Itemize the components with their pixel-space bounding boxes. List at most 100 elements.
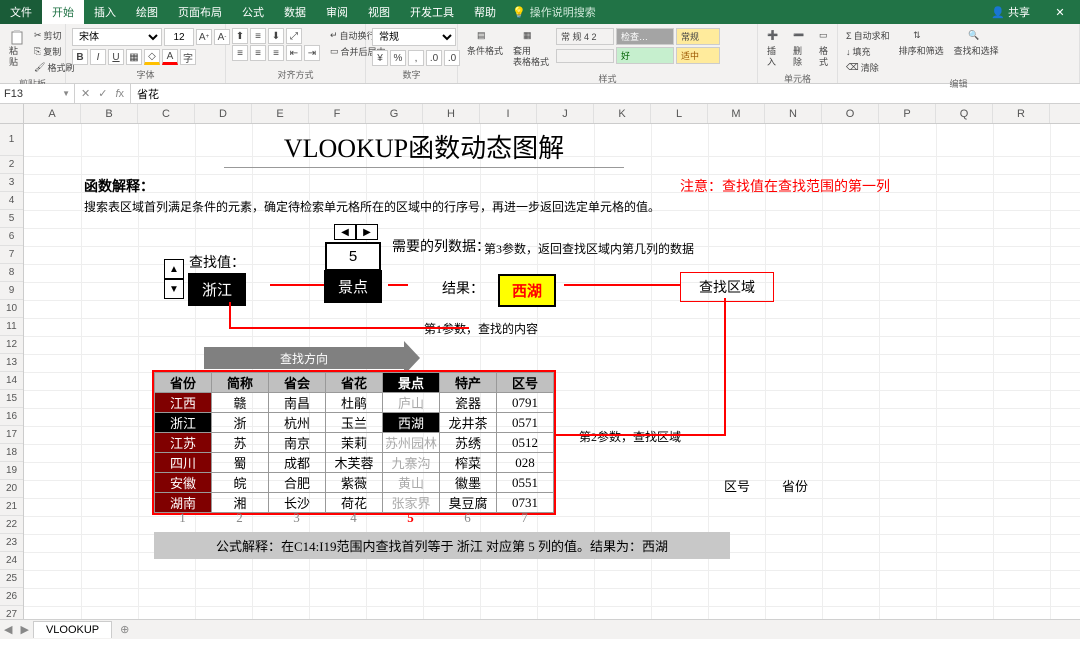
row-head-24[interactable]: 24 <box>0 552 23 570</box>
border-button[interactable]: ▦ <box>126 49 142 65</box>
paste-button[interactable]: 粘贴 <box>6 28 28 70</box>
autosum-button[interactable]: Σ 自动求和 <box>844 28 892 43</box>
fill-color-button[interactable]: ◇ <box>144 49 160 65</box>
row-head-8[interactable]: 8 <box>0 264 23 282</box>
col-head-F[interactable]: F <box>309 104 366 123</box>
format-cells-button[interactable]: ▭格式 <box>816 28 838 70</box>
row-head-4[interactable]: 4 <box>0 192 23 210</box>
col-head-A[interactable]: A <box>24 104 81 123</box>
indent-dec-button[interactable]: ⇤ <box>286 45 302 61</box>
row-head-19[interactable]: 19 <box>0 462 23 480</box>
row-head-1[interactable]: 1 <box>0 124 23 156</box>
row-head-7[interactable]: 7 <box>0 246 23 264</box>
row-head-16[interactable]: 16 <box>0 408 23 426</box>
menu-dev[interactable]: 开发工具 <box>400 0 464 24</box>
row-head-13[interactable]: 13 <box>0 354 23 372</box>
row-head-23[interactable]: 23 <box>0 534 23 552</box>
menu-review[interactable]: 审阅 <box>316 0 358 24</box>
col-head-M[interactable]: M <box>708 104 765 123</box>
sort-filter-button[interactable]: ⇅排序和筛选 <box>896 28 947 59</box>
style-check[interactable]: 检查… <box>616 28 674 45</box>
add-sheet-button[interactable]: ⊕ <box>112 623 137 636</box>
orientation-button[interactable]: ⤢ <box>286 28 302 44</box>
menu-home[interactable]: 开始 <box>42 0 84 24</box>
align-right-button[interactable]: ≡ <box>268 45 284 61</box>
row-head-10[interactable]: 10 <box>0 300 23 318</box>
menu-insert[interactable]: 插入 <box>84 0 126 24</box>
indent-inc-button[interactable]: ⇥ <box>304 45 320 61</box>
currency-button[interactable]: ¥ <box>372 50 388 66</box>
cond-format-button[interactable]: ▤条件格式 <box>464 28 506 59</box>
number-format-select[interactable]: 常规 <box>372 28 456 46</box>
menu-file[interactable]: 文件 <box>0 0 42 24</box>
align-left-button[interactable]: ≡ <box>232 45 248 61</box>
style-good[interactable]: 好 <box>616 47 674 64</box>
fill-button[interactable]: ↓ 填充 <box>844 44 892 59</box>
row-head-3[interactable]: 3 <box>0 174 23 192</box>
font-family-select[interactable]: 宋体 <box>72 28 162 46</box>
row-head-21[interactable]: 21 <box>0 498 23 516</box>
stepper-up-button[interactable]: ▲ <box>164 259 184 279</box>
col-head-D[interactable]: D <box>195 104 252 123</box>
col-head-J[interactable]: J <box>537 104 594 123</box>
cancel-formula-icon[interactable]: ✕ <box>81 87 90 100</box>
align-bottom-button[interactable]: ⬇ <box>268 28 284 44</box>
col-head-H[interactable]: H <box>423 104 480 123</box>
col-head-L[interactable]: L <box>651 104 708 123</box>
clear-button[interactable]: ⌫ 清除 <box>844 60 892 75</box>
font-size-input[interactable] <box>164 28 194 46</box>
row-head-15[interactable]: 15 <box>0 390 23 408</box>
inc-decimal-button[interactable]: .0 <box>426 50 442 66</box>
col-head-E[interactable]: E <box>252 104 309 123</box>
align-center-button[interactable]: ≡ <box>250 45 266 61</box>
bold-button[interactable]: B <box>72 49 88 65</box>
formula-input[interactable]: 省花 <box>131 84 1080 103</box>
row-head-5[interactable]: 5 <box>0 210 23 228</box>
align-top-button[interactable]: ⬆ <box>232 28 248 44</box>
col-head-P[interactable]: P <box>879 104 936 123</box>
insert-cells-button[interactable]: ➕插入 <box>764 28 786 70</box>
sheet-tab[interactable]: VLOOKUP <box>33 621 112 638</box>
comma-button[interactable]: , <box>408 50 424 66</box>
select-all-corner[interactable] <box>0 104 24 123</box>
row-head-25[interactable]: 25 <box>0 570 23 588</box>
col-head-O[interactable]: O <box>822 104 879 123</box>
col-head-C[interactable]: C <box>138 104 195 123</box>
col-head-B[interactable]: B <box>81 104 138 123</box>
name-box[interactable]: F13▼ <box>0 84 75 103</box>
row-head-18[interactable]: 18 <box>0 444 23 462</box>
underline-button[interactable]: U <box>108 49 124 65</box>
col-head-K[interactable]: K <box>594 104 651 123</box>
row-head-22[interactable]: 22 <box>0 516 23 534</box>
font-color-button[interactable]: A <box>162 49 178 65</box>
menu-draw[interactable]: 绘图 <box>126 0 168 24</box>
percent-button[interactable]: % <box>390 50 406 66</box>
tell-me-search[interactable]: 操作说明搜索 <box>530 4 596 20</box>
style-neutral[interactable]: 适中 <box>676 47 720 64</box>
find-select-button[interactable]: 🔍查找和选择 <box>951 28 1002 59</box>
stepper-down-button[interactable]: ▼ <box>164 279 184 299</box>
col-head-Q[interactable]: Q <box>936 104 993 123</box>
phonetic-button[interactable]: 字 <box>180 49 196 65</box>
col-head-I[interactable]: I <box>480 104 537 123</box>
row-head-11[interactable]: 11 <box>0 318 23 336</box>
style-normal[interactable]: 常规 <box>676 28 720 45</box>
col-head-G[interactable]: G <box>366 104 423 123</box>
row-head-17[interactable]: 17 <box>0 426 23 444</box>
enter-formula-icon[interactable]: ✓ <box>98 87 107 100</box>
increase-font-button[interactable]: A+ <box>196 29 212 45</box>
menu-view[interactable]: 视图 <box>358 0 400 24</box>
row-head-9[interactable]: 9 <box>0 282 23 300</box>
col-head-N[interactable]: N <box>765 104 822 123</box>
row-head-26[interactable]: 26 <box>0 588 23 606</box>
tab-nav-prev[interactable]: ▶ <box>16 623 32 636</box>
row-head-12[interactable]: 12 <box>0 336 23 354</box>
row-head-20[interactable]: 20 <box>0 480 23 498</box>
row-head-2[interactable]: 2 <box>0 156 23 174</box>
delete-cells-button[interactable]: ➖删除 <box>790 28 812 70</box>
italic-button[interactable]: I <box>90 49 106 65</box>
share-button[interactable]: 👤 共享 <box>981 0 1040 24</box>
style-empty[interactable] <box>556 49 614 63</box>
align-middle-button[interactable]: ≡ <box>250 28 266 44</box>
window-close[interactable]: ✕ <box>1040 6 1080 19</box>
